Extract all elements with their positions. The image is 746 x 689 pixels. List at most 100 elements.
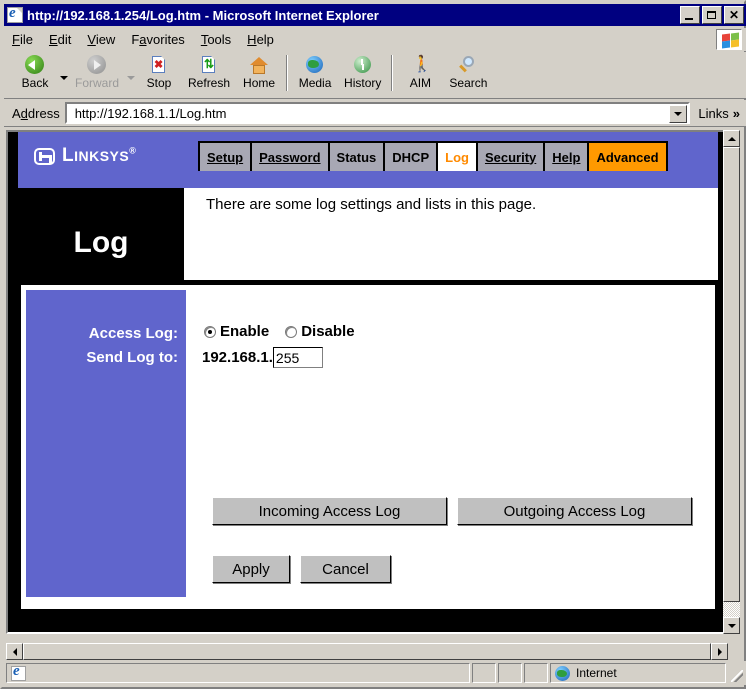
stop-button[interactable]: ✖ Stop <box>136 52 182 90</box>
internet-globe-icon <box>555 665 570 681</box>
home-button[interactable]: Home <box>236 52 282 90</box>
forward-button-label: Forward <box>75 76 120 90</box>
close-icon: ✕ <box>728 8 740 22</box>
cancel-button[interactable]: Cancel <box>300 555 391 583</box>
tab-setup[interactable]: Setup <box>200 143 251 171</box>
media-globe-icon <box>304 55 326 76</box>
address-label: Address <box>12 105 60 121</box>
menu-item-edit[interactable]: Edit <box>41 30 79 49</box>
window-controls: ✕ <box>680 6 744 24</box>
caret-up-icon <box>727 136 736 141</box>
ip-octet-input[interactable] <box>272 347 323 368</box>
send-log-to-row: 192.168.1. <box>202 347 323 368</box>
window-title: http://192.168.1.254/Log.htm - Microsoft… <box>27 7 379 23</box>
radio-enable[interactable] <box>204 325 216 338</box>
stop-icon: ✖ <box>148 55 170 76</box>
stop-button-label: Stop <box>146 76 172 90</box>
back-button-label: Back <box>21 76 49 90</box>
outgoing-access-log-button[interactable]: Outgoing Access Log <box>457 497 692 525</box>
address-input-wrapper <box>64 102 691 124</box>
page-viewport: LINKSYS® Setup Password Status DHCP Log … <box>6 130 728 634</box>
browser-window: http://192.168.1.254/Log.htm - Microsoft… <box>0 0 746 689</box>
apply-button[interactable]: Apply <box>212 555 290 583</box>
forward-arrow-icon <box>86 55 108 76</box>
maximize-icon <box>707 11 716 19</box>
minimize-button[interactable] <box>680 6 700 24</box>
search-button[interactable]: Search <box>443 52 493 90</box>
scroll-right-button[interactable] <box>711 643 728 660</box>
linksys-tab-strip: Setup Password Status DHCP Log Security … <box>198 141 668 171</box>
incoming-access-log-button[interactable]: Incoming Access Log <box>212 497 447 525</box>
tab-advanced[interactable]: Advanced <box>589 143 666 171</box>
status-message-panel <box>6 663 470 683</box>
linksys-router-page: LINKSYS® Setup Password Status DHCP Log … <box>8 132 726 632</box>
caret-right-icon <box>717 647 722 656</box>
forward-history-dropdown[interactable] <box>125 76 136 80</box>
aim-button-label: AIM <box>409 76 432 90</box>
menu-item-tools[interactable]: Tools <box>193 30 239 49</box>
send-log-to-label: Send Log to: <box>86 349 178 366</box>
history-button[interactable]: History <box>338 52 387 90</box>
ip-prefix-text: 192.168.1. <box>202 349 273 366</box>
status-panel-1 <box>472 663 496 683</box>
tab-log[interactable]: Log <box>438 143 476 171</box>
home-button-label: Home <box>243 76 276 90</box>
maximize-button[interactable] <box>702 6 722 24</box>
home-icon <box>248 55 270 76</box>
access-log-label: Access Log: <box>88 325 178 342</box>
scroll-left-button[interactable] <box>6 643 23 660</box>
resize-grip[interactable] <box>728 663 744 683</box>
registered-mark: ® <box>129 145 137 156</box>
history-button-label: History <box>344 76 382 90</box>
tab-dhcp[interactable]: DHCP <box>385 143 437 171</box>
tab-status[interactable]: Status <box>329 143 384 171</box>
vertical-scroll-thumb[interactable] <box>723 147 740 602</box>
linksys-title-band: Log There are some log settings and list… <box>18 188 718 280</box>
back-history-dropdown[interactable] <box>58 76 69 80</box>
radio-disable-label[interactable]: Disable <box>301 323 354 340</box>
links-label[interactable]: Links <box>690 106 732 121</box>
linksys-wordmark: LINKSYS® <box>62 145 137 166</box>
menu-item-help[interactable]: Help <box>239 30 282 49</box>
back-button[interactable]: Back <box>12 52 58 90</box>
menu-item-view[interactable]: View <box>79 30 123 49</box>
caret-left-icon <box>12 647 17 656</box>
navigation-toolbar: Back Forward ✖ Stop ⇅ Refresh Home Media… <box>4 52 746 99</box>
tab-password[interactable]: Password <box>252 143 328 171</box>
media-button-label: Media <box>298 76 332 90</box>
horizontal-scrollbar[interactable] <box>6 643 728 660</box>
links-chevron-icon[interactable]: » <box>733 106 746 121</box>
menu-item-favorites[interactable]: Favorites <box>123 30 192 49</box>
form-label-panel: Access Log: Send Log to: <box>26 290 186 597</box>
horizontal-scroll-thumb[interactable] <box>23 643 711 660</box>
media-button[interactable]: Media <box>292 52 338 90</box>
refresh-button[interactable]: ⇅ Refresh <box>182 52 236 90</box>
radio-enable-label[interactable]: Enable <box>220 323 269 340</box>
menu-item-file[interactable]: File <box>4 30 41 49</box>
close-button[interactable]: ✕ <box>724 6 744 24</box>
form-fields-panel: Enable Disable 192.168.1. Incoming Acces… <box>194 290 710 597</box>
tab-security[interactable]: Security <box>477 143 544 171</box>
scroll-up-button[interactable] <box>723 130 740 147</box>
linksys-logo-icon <box>34 147 55 165</box>
page-description: There are some log settings and lists in… <box>184 188 718 280</box>
scroll-down-button[interactable] <box>723 617 740 634</box>
status-panel-2 <box>498 663 522 683</box>
refresh-icon: ⇅ <box>202 56 216 73</box>
address-input[interactable] <box>66 104 689 122</box>
access-log-row: Enable Disable <box>204 323 355 340</box>
ie-document-icon <box>7 7 23 23</box>
aim-button[interactable]: 🚶 AIM <box>397 52 443 90</box>
refresh-button-label: Refresh <box>188 76 231 90</box>
menu-bar: File Edit View Favorites Tools Help <box>4 28 746 51</box>
forward-button[interactable]: Forward <box>69 52 125 90</box>
tab-help[interactable]: Help <box>545 143 588 171</box>
radio-disable[interactable] <box>285 325 298 338</box>
security-zone-panel[interactable]: Internet <box>550 663 726 683</box>
search-button-label: Search <box>449 76 488 90</box>
vertical-scrollbar[interactable] <box>723 130 740 634</box>
address-dropdown-button[interactable] <box>669 105 688 123</box>
status-panel-3 <box>524 663 548 683</box>
linksys-logo: LINKSYS® <box>34 145 136 167</box>
ie-document-icon <box>11 665 26 681</box>
